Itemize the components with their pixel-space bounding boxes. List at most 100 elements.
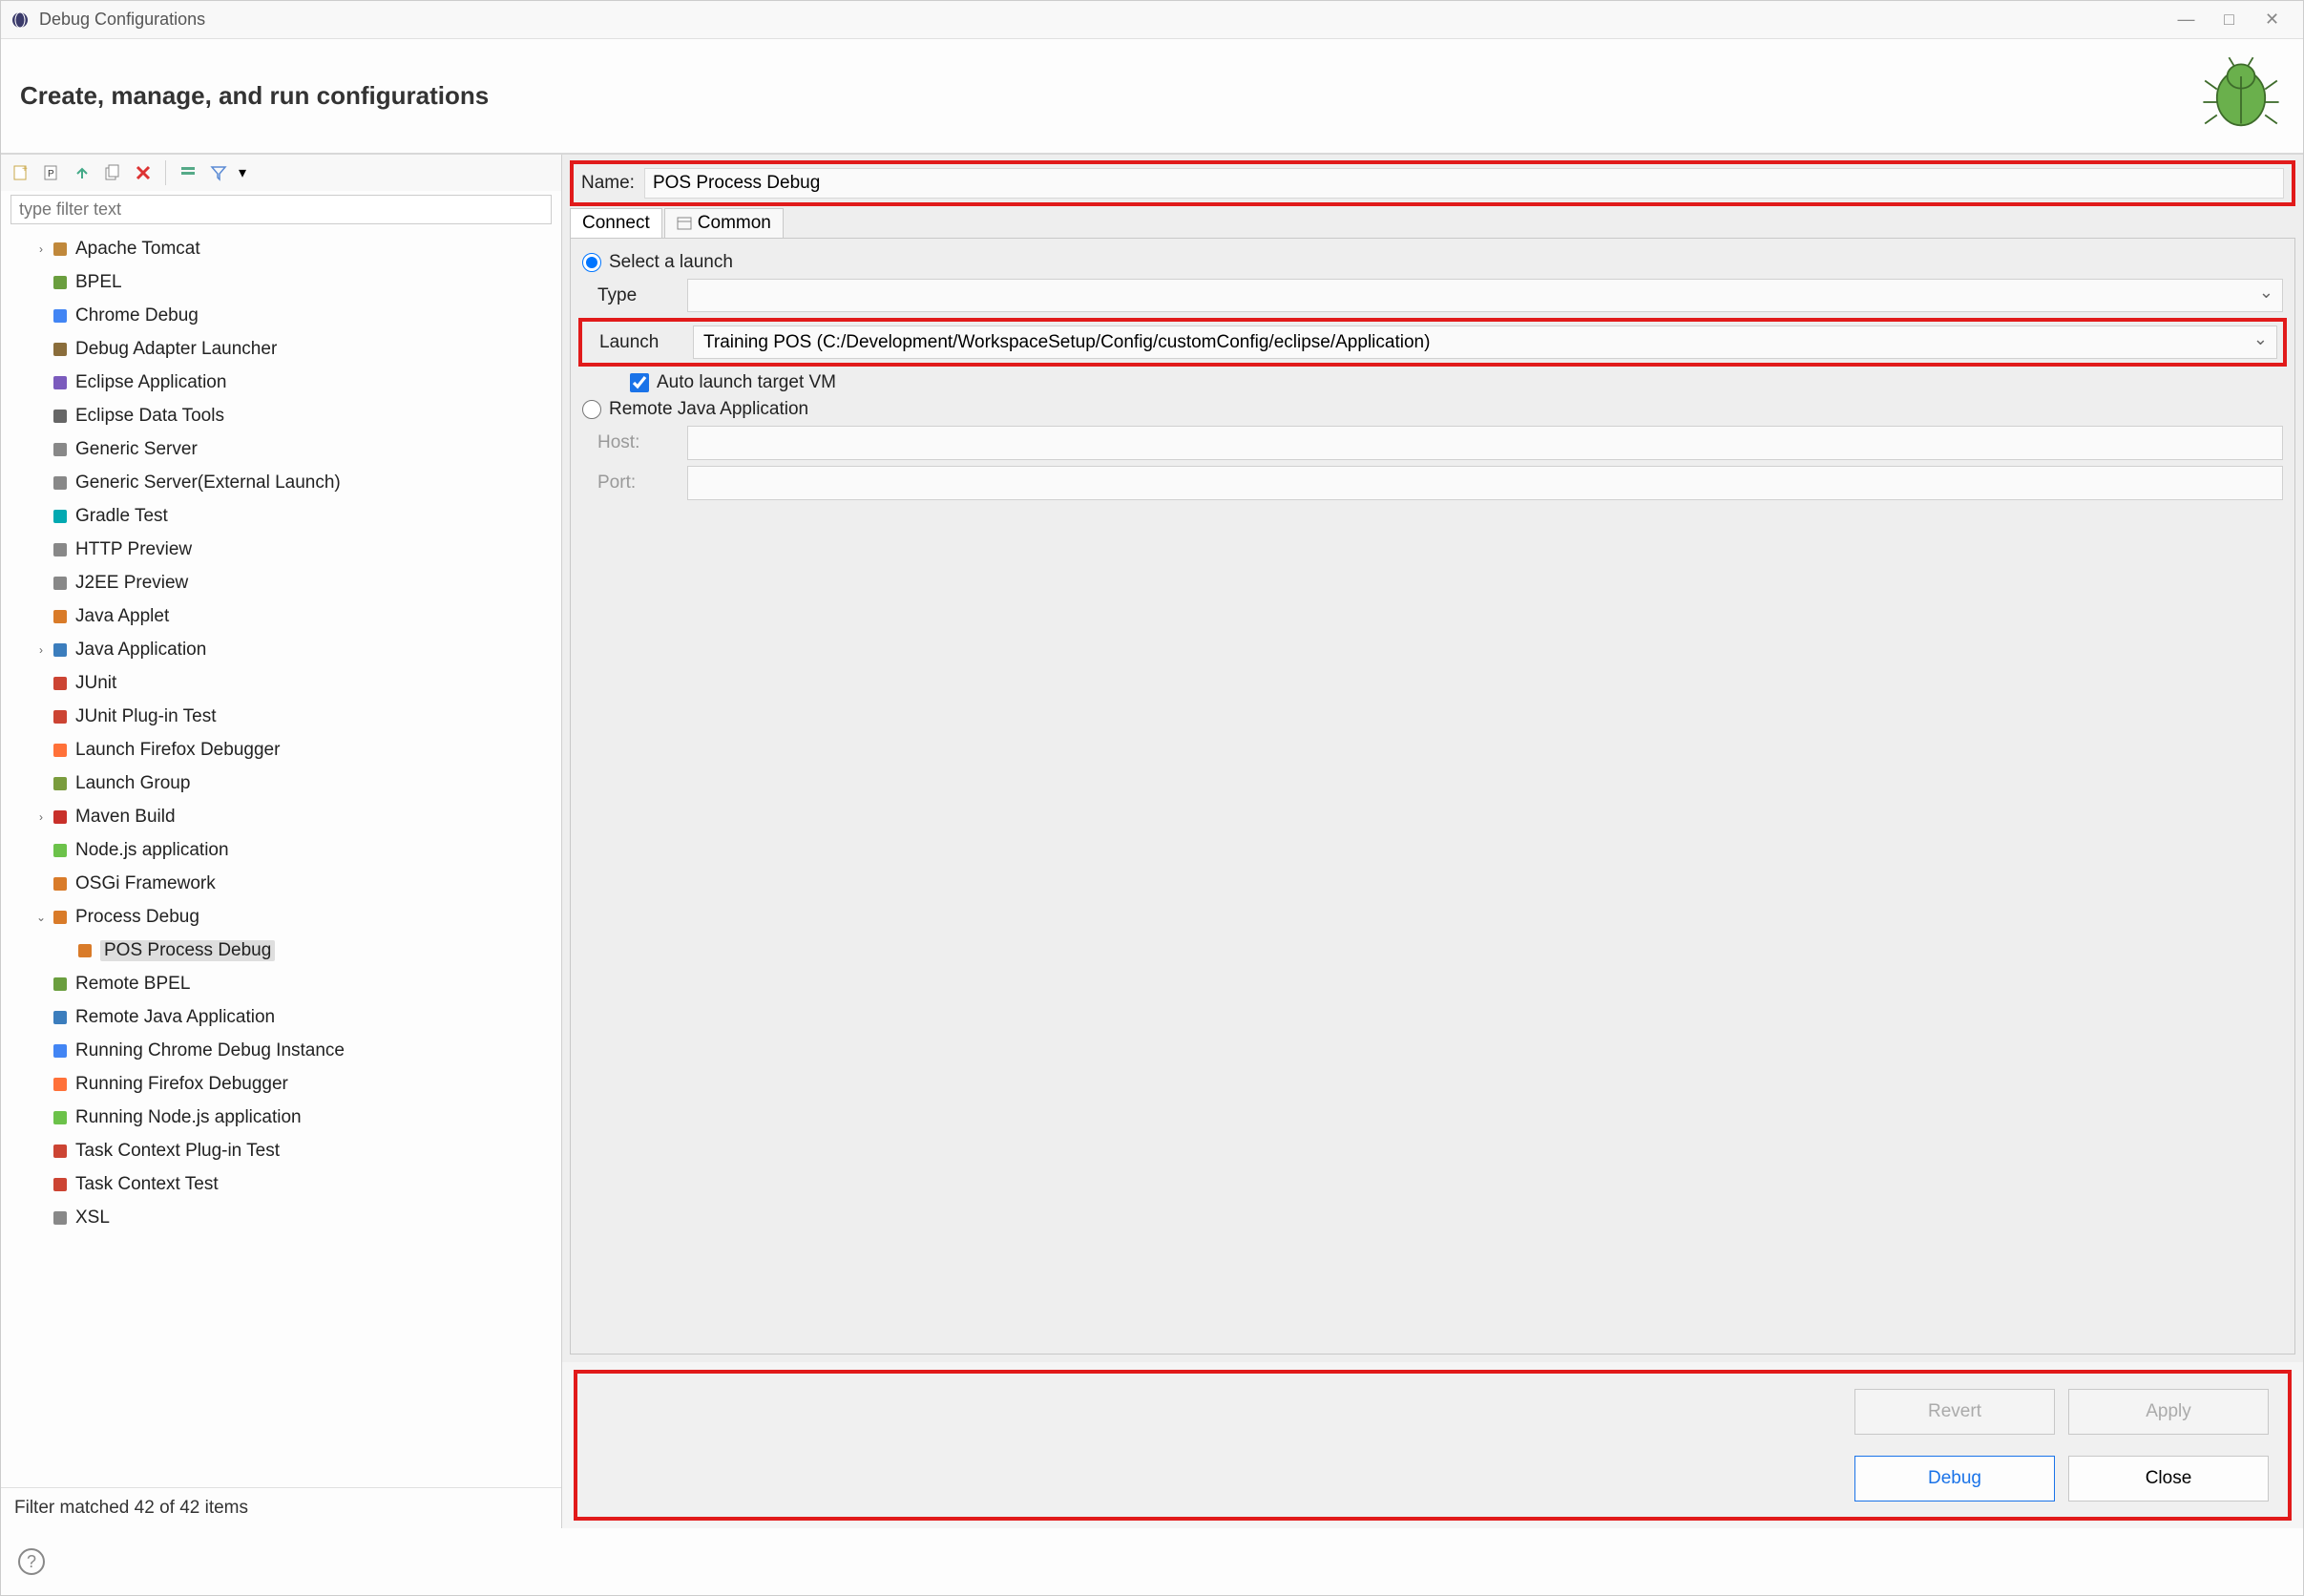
expander-icon[interactable]: ›	[31, 643, 51, 657]
auto-launch-row[interactable]: Auto launch target VM	[630, 372, 2283, 393]
tree-item[interactable]: Running Node.js application	[9, 1101, 554, 1134]
tree-item[interactable]: HTTP Preview	[9, 533, 554, 566]
delete-icon[interactable]	[131, 160, 156, 185]
collapse-all-icon[interactable]	[176, 160, 200, 185]
maximize-button[interactable]: □	[2208, 7, 2251, 33]
tree-item-label: XSL	[75, 1208, 110, 1228]
debug-button[interactable]: Debug	[1854, 1456, 2055, 1502]
tree-item-label: Debug Adapter Launcher	[75, 339, 277, 360]
filter-icon[interactable]	[206, 160, 231, 185]
tree-item-label: Maven Build	[75, 807, 176, 828]
tree-item-label: Node.js application	[75, 840, 229, 861]
minimize-button[interactable]: —	[2165, 7, 2208, 33]
svg-text:P: P	[48, 169, 54, 179]
tree-item[interactable]: Launch Firefox Debugger	[9, 733, 554, 766]
close-button[interactable]: Close	[2068, 1456, 2269, 1502]
debug-configurations-window: Debug Configurations — □ ✕ Create, manag…	[0, 0, 2304, 1596]
tree-item[interactable]: J2EE Preview	[9, 566, 554, 599]
filter-status: Filter matched 42 of 42 items	[1, 1487, 561, 1528]
tree-item-label: JUnit	[75, 673, 116, 694]
config-type-icon	[51, 507, 70, 526]
filter-dropdown-icon[interactable]: ▾	[237, 160, 248, 185]
tree-item-child[interactable]: POS Process Debug	[9, 934, 554, 967]
tree-item-label: Java Application	[75, 640, 206, 661]
tree-item[interactable]: Task Context Plug-in Test	[9, 1134, 554, 1167]
tree-item[interactable]: ›Apache Tomcat	[9, 232, 554, 265]
radio-select-launch-label: Select a launch	[609, 252, 733, 273]
expander-icon[interactable]: ›	[31, 242, 51, 256]
config-type-icon	[51, 607, 70, 626]
tree-item[interactable]: Gradle Test	[9, 499, 554, 533]
tree-item[interactable]: XSL	[9, 1201, 554, 1234]
auto-launch-checkbox[interactable]	[630, 373, 649, 392]
config-type-icon	[51, 874, 70, 893]
apply-button[interactable]: Apply	[2068, 1389, 2269, 1435]
tree-item[interactable]: Remote Java Application	[9, 1000, 554, 1034]
config-type-icon	[51, 1008, 70, 1027]
radio-remote-java[interactable]: Remote Java Application	[582, 399, 2283, 420]
help-icon[interactable]: ?	[18, 1548, 45, 1575]
tree-item[interactable]: Task Context Test	[9, 1167, 554, 1201]
tree-item[interactable]: Java Applet	[9, 599, 554, 633]
tree-item-label: HTTP Preview	[75, 539, 192, 560]
config-type-icon	[51, 240, 70, 259]
config-tree[interactable]: ›Apache Tomcat BPEL Chrome Debug Debug Adap…	[1, 228, 561, 1487]
tree-item[interactable]: Node.js application	[9, 833, 554, 867]
export-icon[interactable]	[70, 160, 94, 185]
tree-item-label: BPEL	[75, 272, 122, 293]
expander-icon[interactable]: ⌄	[31, 911, 51, 924]
config-type-icon	[51, 808, 70, 827]
tree-item[interactable]: OSGi Framework	[9, 867, 554, 900]
tree-item-label: Running Firefox Debugger	[75, 1074, 288, 1095]
tab-connect[interactable]: Connect	[570, 208, 662, 238]
host-row: Host:	[582, 426, 2283, 460]
tree-item[interactable]: Running Chrome Debug Instance	[9, 1034, 554, 1067]
tab-common[interactable]: Common	[664, 208, 784, 238]
tree-item[interactable]: Generic Server	[9, 432, 554, 466]
new-config-icon[interactable]: +	[9, 160, 33, 185]
tree-item[interactable]: › Java Application	[9, 633, 554, 666]
filter-input[interactable]	[10, 195, 552, 224]
tree-item[interactable]: ⌄Process Debug	[9, 900, 554, 934]
name-input[interactable]	[644, 168, 2284, 199]
type-label: Type	[582, 285, 678, 306]
titlebar: Debug Configurations — □ ✕	[1, 1, 2303, 39]
launch-select[interactable]: Training POS (C:/Development/WorkspaceSe…	[693, 326, 2277, 359]
config-type-icon	[51, 640, 70, 660]
config-type-icon	[51, 440, 70, 459]
window-title: Debug Configurations	[39, 10, 205, 30]
tree-item[interactable]: BPEL	[9, 265, 554, 299]
port-label: Port:	[582, 472, 678, 494]
tree-item[interactable]: › Maven Build	[9, 800, 554, 833]
close-window-button[interactable]: ✕	[2251, 7, 2294, 33]
auto-launch-label: Auto launch target VM	[657, 372, 836, 393]
host-input	[687, 426, 2283, 460]
tree-item-label: Task Context Plug-in Test	[75, 1141, 280, 1162]
name-label: Name:	[581, 173, 635, 194]
tree-item[interactable]: Eclipse Application	[9, 366, 554, 399]
host-label: Host:	[582, 432, 678, 453]
tree-item[interactable]: Running Firefox Debugger	[9, 1067, 554, 1101]
radio-remote-label: Remote Java Application	[609, 399, 808, 420]
radio-select-launch-input[interactable]	[582, 253, 601, 272]
type-select[interactable]	[687, 279, 2283, 312]
expander-icon[interactable]: ›	[31, 810, 51, 824]
tree-item-label: J2EE Preview	[75, 573, 188, 594]
radio-remote-input[interactable]	[582, 400, 601, 419]
duplicate-icon[interactable]	[100, 160, 125, 185]
sidebar: + P ▾ ›Apache Tomcat BPEL Chrome Debug Debu…	[1, 155, 562, 1528]
config-type-icon	[51, 273, 70, 292]
tree-item[interactable]: JUnit Plug-in Test	[9, 700, 554, 733]
radio-select-launch[interactable]: Select a launch	[582, 252, 2283, 273]
new-prototype-icon[interactable]: P	[39, 160, 64, 185]
revert-button[interactable]: Revert	[1854, 1389, 2055, 1435]
tree-item[interactable]: Chrome Debug	[9, 299, 554, 332]
tree-item[interactable]: JUnit	[9, 666, 554, 700]
tree-item[interactable]: Eclipse Data Tools	[9, 399, 554, 432]
bug-icon	[2198, 51, 2284, 141]
tree-item[interactable]: Generic Server(External Launch)	[9, 466, 554, 499]
tree-item[interactable]: Remote BPEL	[9, 967, 554, 1000]
tree-item[interactable]: Launch Group	[9, 766, 554, 800]
tree-item[interactable]: Debug Adapter Launcher	[9, 332, 554, 366]
config-type-icon	[51, 841, 70, 860]
